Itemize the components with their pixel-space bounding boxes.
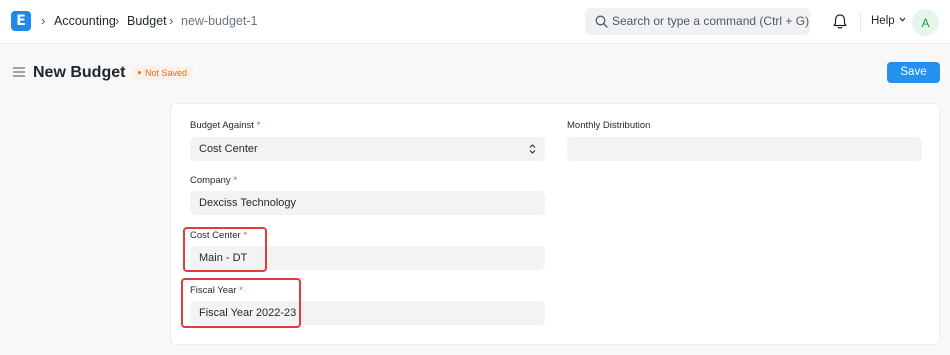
budget-against-label: Budget Against * (190, 120, 261, 131)
avatar[interactable]: A (912, 9, 939, 36)
chevron-right-icon: › (169, 13, 174, 28)
monthly-distribution-field[interactable] (567, 137, 922, 161)
page-title: New Budget (33, 64, 126, 81)
budget-against-select[interactable]: Cost Center (190, 137, 545, 161)
bell-icon[interactable] (832, 13, 848, 30)
company-field[interactable]: Dexciss Technology (190, 191, 545, 215)
breadcrumb-budget[interactable]: Budget (127, 14, 167, 28)
help-label: Help (871, 15, 895, 27)
status-badge: Not Saved (132, 66, 194, 81)
chevron-right-icon: › (41, 13, 46, 28)
chevron-right-icon: › (115, 13, 120, 28)
search-icon (595, 15, 608, 28)
breadcrumb-current: new-budget-1 (181, 14, 258, 28)
form-card: Budget Against * Cost Center Monthly Dis… (170, 103, 940, 345)
save-button[interactable]: Save (887, 62, 940, 83)
breadcrumb-accounting[interactable]: Accounting (54, 14, 116, 28)
app-logo-letter: E (16, 13, 26, 29)
nav-divider (860, 12, 861, 32)
status-dot (138, 71, 141, 74)
monthly-distribution-label: Monthly Distribution (567, 120, 651, 131)
company-value: Dexciss Technology (199, 197, 297, 209)
search-input[interactable]: Search or type a command (Ctrl + G) (585, 8, 810, 35)
help-menu[interactable]: Help (871, 15, 906, 28)
navbar: E › Accounting › Budget › new-budget-1 S… (0, 0, 950, 44)
status-text: Not Saved (145, 68, 188, 78)
chevron-down-icon (899, 17, 906, 22)
app-logo-icon[interactable]: E (11, 11, 31, 31)
fiscal-year-highlight (181, 278, 301, 328)
select-arrows-icon (529, 144, 536, 154)
company-label: Company * (190, 175, 238, 186)
budget-against-value: Cost Center (199, 143, 258, 155)
cost-center-highlight (183, 227, 267, 272)
search-placeholder: Search or type a command (Ctrl + G) (612, 14, 810, 28)
hamburger-icon[interactable] (13, 67, 25, 77)
